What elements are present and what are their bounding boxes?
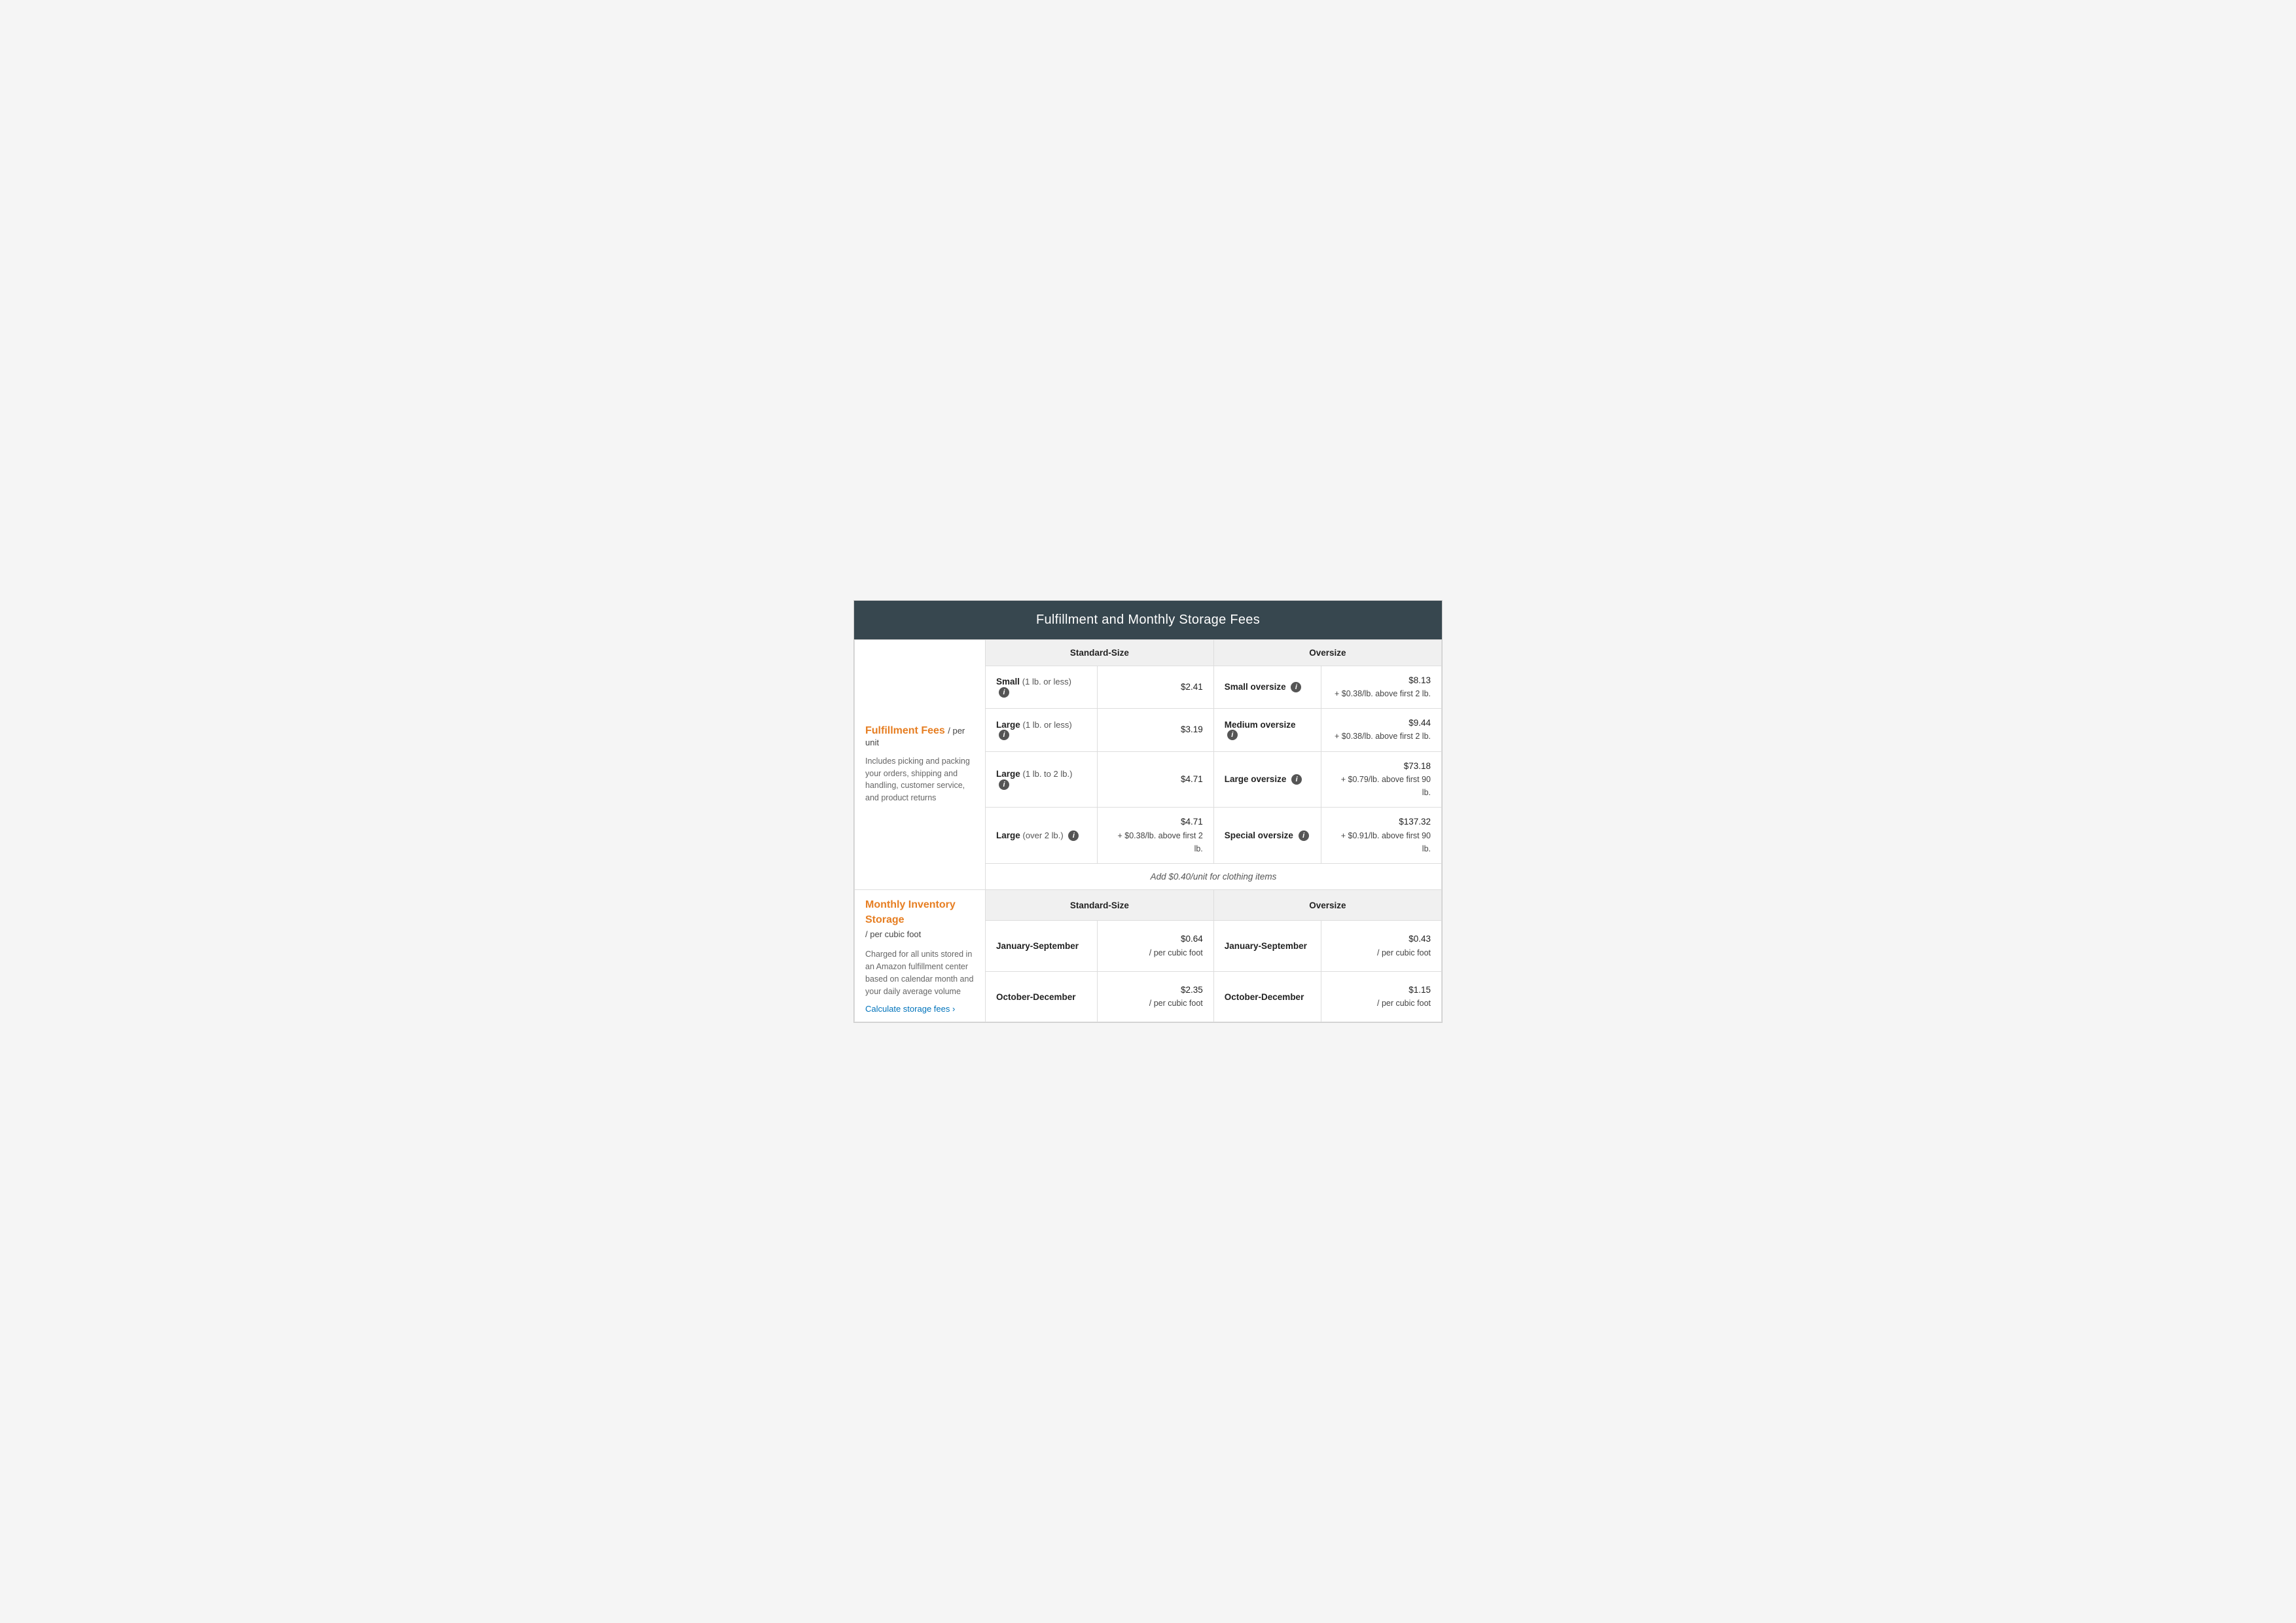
std-label-2: Large (1 lb. or less) i (986, 709, 1098, 752)
std-size-1-sublabel: (1 lb. or less) (1022, 677, 1071, 687)
storage-ovr-price-1: $0.43 / per cubic foot (1321, 921, 1441, 971)
storage-oversize-header: Oversize (1213, 890, 1441, 921)
ovr-price-4-main: $137.32 (1399, 817, 1431, 827)
fulfillment-title: Fulfillment Fees / per unit (865, 725, 965, 748)
std-price-4: $4.71 + $0.38/lb. above first 2 lb. (1098, 808, 1213, 864)
std-info-icon-3[interactable]: i (999, 779, 1009, 790)
ovr-price-3-extra: + $0.79/lb. above first 90 lb. (1341, 775, 1431, 797)
std-size-2-label: Large (996, 720, 1020, 730)
storage-ovr-period-2: October-December (1213, 971, 1321, 1022)
storage-std-price-2: $2.35 / per cubic foot (1098, 971, 1213, 1022)
ovr-size-4-label: Special oversize (1225, 830, 1293, 840)
storage-title: Monthly Inventory Storage / per cubic fo… (865, 898, 975, 942)
fulfillment-table: Fulfillment Fees / per unit Includes pic… (854, 639, 1442, 1023)
storage-std-price-2-main: $2.35 (1181, 985, 1203, 995)
std-size-3-label: Large (996, 769, 1020, 779)
storage-ovr-price-2-main: $1.15 (1408, 985, 1431, 995)
std-price-4-main: $4.71 (1181, 817, 1203, 827)
storage-std-period-1-label: January-September (996, 941, 1079, 951)
storage-ovr-period-1: January-September (1213, 921, 1321, 971)
clothing-note: Add $0.40/unit for clothing items (986, 864, 1442, 890)
std-price-3: $4.71 (1098, 751, 1213, 808)
std-size-4-sublabel: (over 2 lb.) (1023, 830, 1064, 840)
ovr-info-icon-1[interactable]: i (1291, 682, 1301, 692)
fulfillment-title-text: Fulfillment Fees (865, 725, 945, 736)
storage-ovr-period-2-label: October-December (1225, 992, 1304, 1002)
storage-ovr-unit-1: / per cubic foot (1377, 948, 1431, 957)
std-label-4: Large (over 2 lb.) i (986, 808, 1098, 864)
storage-std-unit-1: / per cubic foot (1149, 948, 1203, 957)
ovr-price-4: $137.32 + $0.91/lb. above first 90 lb. (1321, 808, 1441, 864)
storage-ovr-period-1-label: January-September (1225, 941, 1307, 951)
storage-std-unit-2: / per cubic foot (1149, 999, 1203, 1008)
std-info-icon-2[interactable]: i (999, 730, 1009, 740)
storage-label-cell: Monthly Inventory Storage / per cubic fo… (855, 890, 986, 1022)
ovr-label-4: Special oversize i (1213, 808, 1321, 864)
main-container: Fulfillment and Monthly Storage Fees Ful… (853, 600, 1443, 1024)
std-label-1: Small (1 lb. or less) i (986, 666, 1098, 709)
ovr-label-2: Medium oversize i (1213, 709, 1321, 752)
std-price-1: $2.41 (1098, 666, 1213, 709)
ovr-price-1-extra: + $0.38/lb. above first 2 lb. (1335, 689, 1431, 698)
storage-std-period-2: October-December (986, 971, 1098, 1022)
std-size-3-sublabel: (1 lb. to 2 lb.) (1023, 769, 1073, 779)
ovr-price-3: $73.18 + $0.79/lb. above first 90 lb. (1321, 751, 1441, 808)
storage-std-period-2-label: October-December (996, 992, 1076, 1002)
page-title: Fulfillment and Monthly Storage Fees (854, 601, 1442, 639)
standard-size-header: Standard-Size (986, 639, 1214, 666)
storage-desc: Charged for all units stored in an Amazo… (865, 948, 975, 997)
fulfillment-header-row: Fulfillment Fees / per unit Includes pic… (855, 639, 1442, 666)
storage-std-period-1: January-September (986, 921, 1098, 971)
std-price-2: $3.19 (1098, 709, 1213, 752)
ovr-price-2-extra: + $0.38/lb. above first 2 lb. (1335, 732, 1431, 741)
oversize-header: Oversize (1213, 639, 1441, 666)
std-price-3-value: $4.71 (1181, 774, 1203, 784)
storage-header-row: Monthly Inventory Storage / per cubic fo… (855, 890, 1442, 921)
std-size-2-sublabel: (1 lb. or less) (1023, 720, 1072, 730)
ovr-info-icon-4[interactable]: i (1299, 830, 1309, 841)
ovr-price-1-main: $8.13 (1408, 675, 1431, 685)
std-size-4-label: Large (996, 830, 1020, 840)
storage-title-text: Monthly Inventory Storage (865, 899, 956, 925)
fulfillment-desc: Includes picking and packing your orders… (865, 755, 975, 804)
ovr-size-2-label: Medium oversize (1225, 720, 1296, 730)
std-info-icon-1[interactable]: i (999, 687, 1009, 698)
storage-ovr-price-2: $1.15 / per cubic foot (1321, 971, 1441, 1022)
std-size-1-label: Small (996, 677, 1020, 687)
storage-std-price-1: $0.64 / per cubic foot (1098, 921, 1213, 971)
std-price-4-extra: + $0.38/lb. above first 2 lb. (1117, 831, 1202, 853)
ovr-size-1-label: Small oversize (1225, 682, 1286, 692)
ovr-price-3-main: $73.18 (1404, 761, 1431, 771)
ovr-price-2-main: $9.44 (1408, 718, 1431, 728)
std-price-2-value: $3.19 (1181, 724, 1203, 734)
ovr-label-1: Small oversize i (1213, 666, 1321, 709)
ovr-price-4-extra: + $0.91/lb. above first 90 lb. (1341, 831, 1431, 853)
storage-std-price-1-main: $0.64 (1181, 934, 1203, 944)
storage-ovr-unit-2: / per cubic foot (1377, 999, 1431, 1008)
storage-per: / per cubic foot (865, 929, 921, 939)
ovr-label-3: Large oversize i (1213, 751, 1321, 808)
std-label-3: Large (1 lb. to 2 lb.) i (986, 751, 1098, 808)
ovr-price-1: $8.13 + $0.38/lb. above first 2 lb. (1321, 666, 1441, 709)
std-price-1-value: $2.41 (1181, 682, 1203, 692)
ovr-info-icon-2[interactable]: i (1227, 730, 1238, 740)
storage-standard-header: Standard-Size (986, 890, 1214, 921)
fulfillment-label-cell: Fulfillment Fees / per unit Includes pic… (855, 639, 986, 890)
ovr-info-icon-3[interactable]: i (1291, 774, 1302, 785)
ovr-size-3-label: Large oversize (1225, 774, 1287, 784)
storage-ovr-price-1-main: $0.43 (1408, 934, 1431, 944)
calc-storage-link[interactable]: Calculate storage fees › (865, 1004, 975, 1014)
std-info-icon-4[interactable]: i (1068, 830, 1079, 841)
ovr-price-2: $9.44 + $0.38/lb. above first 2 lb. (1321, 709, 1441, 752)
